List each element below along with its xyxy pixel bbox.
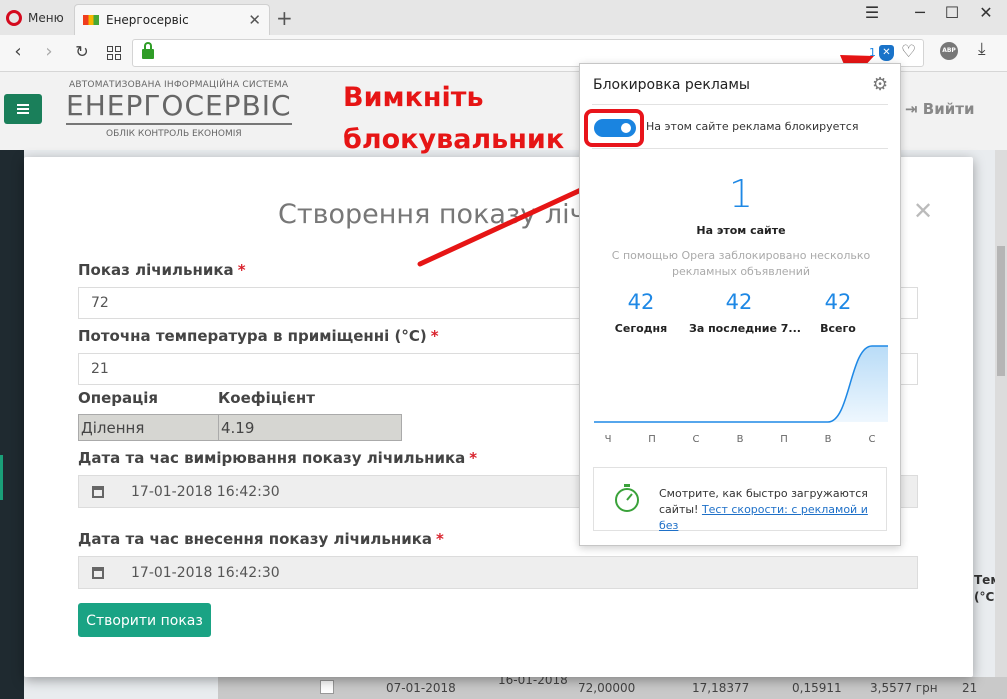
chart-day-label: Ч [604, 434, 612, 445]
calendar-icon[interactable] [92, 486, 104, 498]
calendar-icon[interactable] [92, 567, 104, 579]
popup-divider [592, 148, 888, 149]
adblock-popup: Блокировка рекламы ⚙ На этом сайте рекла… [579, 63, 901, 546]
entry-date-field[interactable]: 17-01-2018 16:42:30 [78, 556, 918, 589]
operation-value: Ділення [78, 414, 219, 441]
sidebar-active-marker [0, 455, 3, 500]
chart-day-label: П [648, 434, 656, 445]
bg-table-row: 07-01-2018 16-01-2018 72,00000 17,18377 … [218, 673, 1007, 699]
chart-day-label: П [780, 434, 788, 445]
modal-close-icon[interactable]: ✕ [913, 197, 933, 225]
opera-menu-button[interactable]: Меню [6, 8, 64, 28]
bg-column-header: Темп (°C) [974, 573, 995, 604]
stat-today-value: 42 [627, 290, 655, 314]
site-favicon-icon [83, 15, 99, 25]
maximize-icon[interactable]: ☐ [938, 3, 966, 22]
site-blocked-count: 1 [728, 172, 754, 216]
tab-close-icon[interactable]: ✕ [248, 11, 261, 29]
page-scrollbar[interactable] [995, 150, 1007, 699]
popup-divider [592, 104, 888, 105]
tab-menu-icon[interactable]: ☰ [858, 3, 886, 22]
sidebar [0, 150, 24, 699]
coefficient-value: 4.19 [218, 414, 402, 441]
blocked-ads-chart [594, 345, 888, 423]
speed-dial-icon[interactable] [107, 46, 121, 60]
adblock-toggle[interactable] [594, 119, 636, 137]
new-tab-icon[interactable]: + [276, 6, 293, 30]
stat-total-value: 42 [824, 290, 852, 314]
speed-test-box: Смотрите, как быстро загружаются сайты! … [593, 467, 887, 532]
secure-lock-icon [142, 42, 154, 59]
popup-title: Блокировка рекламы [593, 77, 750, 93]
adblock-shield-icon[interactable]: ✕ [879, 45, 894, 61]
logout-label: Вийти [922, 100, 975, 118]
chart-area [594, 346, 888, 422]
annotation-line-1: Вимкніть [343, 82, 484, 113]
hamburger-menu-button[interactable] [4, 94, 42, 124]
bg-cell: 3,5577 грн [870, 681, 938, 695]
reload-icon[interactable]: ↻ [70, 42, 94, 61]
adblock-count: 1 [869, 46, 876, 59]
bg-row-checkbox[interactable] [320, 680, 334, 694]
tab-title: Енергосервіс [106, 13, 189, 27]
menu-label: Меню [28, 11, 64, 25]
site-blocked-label: На этом сайте [696, 224, 786, 237]
download-icon[interactable]: ⤓ [978, 39, 986, 59]
bg-cell: 17,18377 [692, 681, 750, 695]
bg-cell: 72,00000 [578, 681, 636, 695]
meter-label: Показ лічильника * [78, 261, 246, 279]
tab-bar: Меню Енергосервіс ✕ + ☰ ─ ☐ ✕ [0, 0, 1007, 35]
temperature-label: Поточна температура в приміщенні (°C) * [78, 327, 439, 345]
stat-week-value: 42 [725, 290, 753, 314]
annotation-text: Вимкніть блокувальник [343, 77, 564, 161]
settings-gear-icon[interactable]: ⚙ [872, 74, 888, 95]
abp-extension-icon[interactable]: ABP [940, 42, 958, 60]
bookmark-heart-icon[interactable]: ♡ [901, 42, 916, 62]
logout-button[interactable]: ⇥ Вийти [905, 100, 974, 118]
blocked-description: С помощью Opera заблокировано несколько … [611, 249, 871, 278]
back-icon[interactable]: ‹ [6, 41, 30, 62]
scrollbar-thumb[interactable] [997, 246, 1005, 376]
bg-cell: 07-01-2018 [386, 681, 456, 695]
speed-test-text: Смотрите, как быстро загружаются сайты! … [659, 487, 868, 532]
logo-title: ЕНЕРГОСЕРВІС [66, 89, 292, 125]
annotation-line-2: блокувальник [343, 124, 565, 155]
chart-day-label: В [824, 434, 832, 445]
create-reading-button[interactable]: Створити показ [78, 603, 211, 637]
measure-date-value: 17-01-2018 16:42:30 [131, 484, 280, 500]
coefficient-header: Коефіцієнт [218, 389, 315, 407]
entry-date-label: Дата та час внесення показу лічильника * [78, 530, 444, 548]
toggle-highlight [584, 109, 644, 147]
bg-cell: 21 [962, 681, 978, 695]
minimize-icon[interactable]: ─ [906, 3, 934, 22]
entry-date-value: 17-01-2018 16:42:30 [131, 565, 280, 581]
operation-header: Операція [78, 389, 159, 407]
measure-date-label: Дата та час вимірювання показу лічильник… [78, 449, 478, 467]
close-window-icon[interactable]: ✕ [972, 3, 1000, 22]
logo-subtitle: ОБЛІК КОНТРОЛЬ ЕКОНОМІЯ [106, 129, 242, 139]
toggle-knob [621, 123, 631, 133]
chart-day-label: С [868, 434, 876, 445]
chart-day-label: С [692, 434, 700, 445]
bg-cell: 0,15911 [792, 681, 842, 695]
tab-energoservis[interactable]: Енергосервіс ✕ [74, 4, 270, 35]
stopwatch-icon [615, 484, 639, 512]
chart-day-label: В [736, 434, 744, 445]
forward-icon[interactable]: › [37, 41, 61, 62]
block-status-text: На этом сайте реклама блокируется [646, 120, 859, 133]
opera-logo-icon [6, 10, 22, 26]
